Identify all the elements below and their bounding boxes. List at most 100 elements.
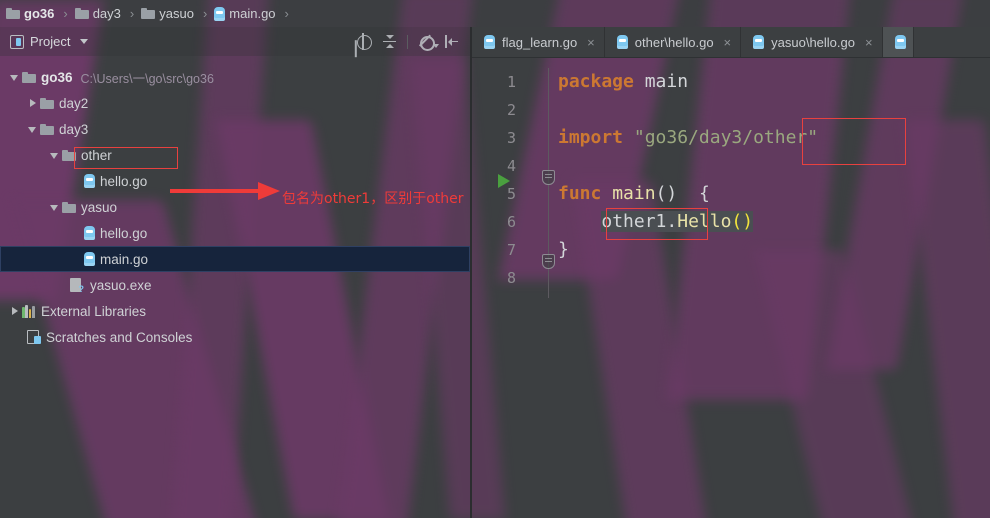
fold-open-icon[interactable]: [542, 170, 555, 185]
code-line-1: package main: [558, 68, 990, 96]
code-content[interactable]: package main import "go36/day3/other" fu…: [558, 68, 990, 518]
tree-row-yasuo-hello-go[interactable]: hello.go: [0, 220, 470, 246]
open-brace: {: [698, 183, 710, 204]
collapse-all-icon[interactable]: [381, 33, 398, 50]
breadcrumb-separator: ›: [129, 6, 135, 21]
package-qualifier-other1: other1: [601, 211, 667, 232]
chevron-down-icon[interactable]: [80, 39, 89, 44]
import-path-string: "go36/day3/other": [633, 127, 819, 148]
tab-other-hello-go[interactable]: other\hello.go ×: [605, 27, 742, 57]
tab-label: flag_learn.go: [502, 34, 578, 50]
tree-row-yasuo-exe[interactable]: yasuo.exe: [0, 272, 470, 298]
keyword-import: import: [558, 127, 624, 148]
tab-flag-learn-go[interactable]: flag_learn.go ×: [472, 27, 605, 57]
highlighted-parens: (): [731, 211, 754, 232]
breadcrumb-item-yasuo[interactable]: yasuo: [139, 0, 196, 27]
hide-panel-icon[interactable]: [443, 33, 460, 50]
package-name: main: [644, 71, 689, 92]
breadcrumb-item-go36[interactable]: go36: [4, 0, 56, 27]
chevron-right-icon[interactable]: [26, 96, 40, 110]
tree-item-label: Scratches and Consoles: [46, 329, 193, 345]
chevron-down-icon[interactable]: [48, 148, 62, 162]
tree-row-day2[interactable]: day2: [0, 90, 470, 116]
tree-item-label: day2: [59, 95, 89, 111]
chevron-down-icon[interactable]: [48, 200, 62, 214]
breadcrumb-label: yasuo: [159, 6, 194, 21]
tree-item-label: day3: [59, 121, 89, 137]
tree-row-other[interactable]: other: [0, 142, 470, 168]
breadcrumb-separator: ›: [63, 6, 68, 21]
panel-splitter[interactable]: [470, 27, 472, 518]
line-number: 8: [506, 269, 516, 287]
keyword-package: package: [558, 71, 634, 92]
tool-window-actions: [355, 33, 470, 51]
tree-row-scratches-and-consoles[interactable]: Scratches and Consoles: [0, 324, 470, 350]
editor-tab-bar: flag_learn.go × other\hello.go × yasuo\h…: [472, 27, 990, 58]
go-file-icon: [894, 35, 906, 49]
project-tree: go36 C:\Users\一\go\src\go36 day2 day3 ot…: [0, 56, 470, 518]
tree-row-yasuo[interactable]: yasuo: [0, 194, 470, 220]
close-icon[interactable]: ×: [865, 35, 873, 50]
tab-yasuo-hello-go[interactable]: yasuo\hello.go ×: [741, 27, 883, 57]
toolbar-divider: [407, 34, 408, 49]
tree-row-other-hello-go[interactable]: hello.go: [0, 168, 470, 194]
line-number: 1: [506, 73, 516, 91]
tree-row-go36[interactable]: go36 C:\Users\一\go\src\go36: [0, 64, 470, 90]
paren-pair: (): [655, 183, 678, 204]
chevron-down-icon[interactable]: [26, 122, 40, 136]
tree-item-path: C:\Users\一\go\src\go36: [80, 71, 214, 86]
tree-item-label: yasuo: [81, 199, 118, 215]
go-file-icon: [84, 252, 95, 266]
close-icon[interactable]: ×: [587, 35, 595, 50]
project-tool-window-header: Project: [0, 27, 470, 56]
tree-row-day3[interactable]: day3: [0, 116, 470, 142]
project-tool-window-title[interactable]: Project: [0, 34, 89, 49]
library-icon: [22, 304, 36, 318]
tab-main-go[interactable]: [882, 27, 914, 57]
tree-item-label: other: [81, 147, 112, 163]
line-number: 3: [506, 129, 516, 147]
code-line-7: }: [558, 236, 990, 264]
executable-file-icon: [70, 278, 84, 294]
tree-item-label: go36: [41, 69, 73, 85]
go-file-icon: [214, 6, 226, 21]
breadcrumb: go36 › day3 › yasuo › main.go ›: [0, 0, 990, 27]
folder-icon: [40, 97, 54, 109]
tree-row-main-go[interactable]: main.go: [0, 246, 470, 272]
go-file-icon: [84, 226, 95, 240]
keyword-func: func: [558, 183, 602, 204]
breadcrumb-label: main.go: [229, 6, 276, 21]
chevron-right-icon[interactable]: [8, 304, 22, 318]
tree-item-label: External Libraries: [41, 303, 147, 319]
locate-icon[interactable]: [355, 33, 372, 50]
go-file-icon: [753, 35, 765, 49]
close-icon[interactable]: ×: [724, 35, 732, 50]
method-call-hello: Hello: [677, 211, 732, 232]
run-arrow-icon[interactable]: [498, 174, 510, 188]
folder-icon: [62, 149, 76, 161]
folder-icon: [74, 8, 89, 19]
breadcrumb-item-main-go[interactable]: main.go: [212, 0, 277, 27]
line-number-gutter: 1 2 3 4 5 6 7 8: [472, 58, 538, 518]
folder-icon: [22, 71, 36, 83]
breadcrumb-label: day3: [92, 6, 121, 21]
gear-icon[interactable]: [417, 33, 439, 51]
breadcrumb-separator: ›: [202, 6, 208, 21]
tree-item-label: yasuo.exe: [90, 277, 152, 293]
breadcrumb-item-day3[interactable]: day3: [73, 0, 123, 27]
close-brace: }: [558, 239, 569, 260]
fold-close-icon[interactable]: [542, 254, 555, 269]
tree-row-external-libraries[interactable]: External Libraries: [0, 298, 470, 324]
folder-icon: [141, 8, 156, 19]
folder-icon: [6, 8, 20, 19]
chevron-down-icon[interactable]: [8, 70, 22, 84]
tab-label: other\hello.go: [634, 34, 714, 50]
tree-item-label: hello.go: [100, 225, 148, 241]
goland-ide-window: go36 › day3 › yasuo › main.go › Project: [0, 0, 990, 518]
line-number: 7: [506, 241, 516, 259]
code-line-3: import "go36/day3/other": [558, 124, 990, 152]
code-editor[interactable]: 1 2 3 4 5 6 7 8 package main import "go3…: [472, 58, 990, 518]
